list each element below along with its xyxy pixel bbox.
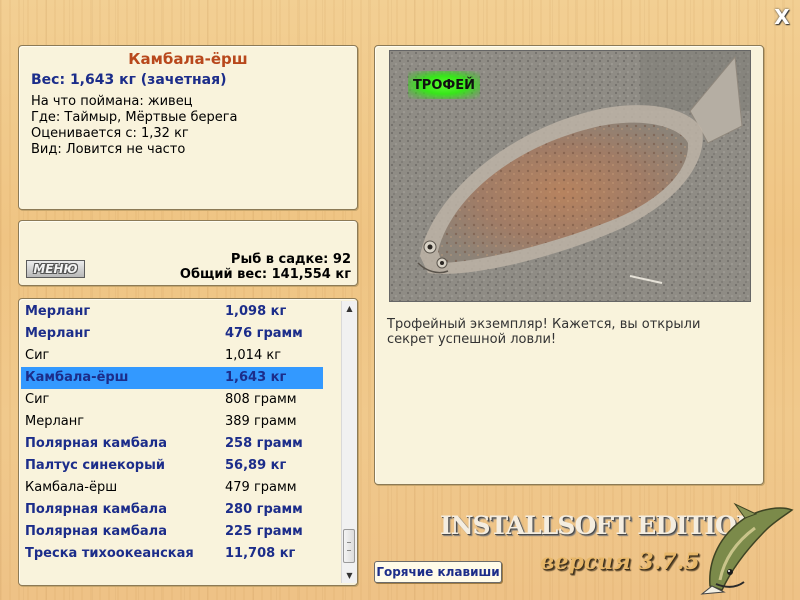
catch-name: Треска тихоокеанская: [25, 546, 194, 561]
list-item[interactable]: Полярная камбала 225 грамм: [21, 521, 323, 543]
catch-name: Полярная камбала: [25, 436, 167, 451]
list-item[interactable]: Мерланг 476 грамм: [21, 323, 323, 345]
catch-weight: 479 грамм: [225, 480, 297, 495]
version-label: версия 3.7.5: [540, 549, 700, 575]
fish-image-panel: ТРОФЕЙ Трофейный экземпляр! Кажется, вы …: [374, 45, 764, 485]
list-item[interactable]: Сиг 1,014 кг: [21, 345, 323, 367]
species-info: Вид: Ловится не часто: [31, 142, 186, 157]
list-item[interactable]: Палтус синекорый 56,89 кг: [21, 455, 323, 477]
catch-weight: 11,708 кг: [225, 546, 296, 561]
trophy-badge: ТРОФЕЙ: [408, 71, 480, 99]
catch-weight: 56,89 кг: [225, 458, 287, 473]
catch-name: Мерланг: [25, 326, 91, 341]
list-item[interactable]: Треска тихоокеанская 11,708 кг: [21, 543, 323, 565]
catch-weight: 1,643 кг: [225, 370, 287, 385]
list-item[interactable]: Мерланг 1,098 кг: [21, 301, 323, 323]
scrollbar[interactable]: ▲ ▼: [341, 301, 357, 583]
list-item[interactable]: Мерланг 389 грамм: [21, 411, 323, 433]
catch-weight: 808 грамм: [225, 392, 297, 407]
list-item[interactable]: Полярная камбала 280 грамм: [21, 499, 323, 521]
close-button[interactable]: X: [771, 6, 793, 28]
fish-info-panel: Камбала-ёрш Вес: 1,643 кг (зачетная) На …: [18, 45, 358, 210]
scroll-thumb[interactable]: [343, 529, 355, 563]
catch-weight: 280 грамм: [225, 502, 303, 517]
list-item[interactable]: Сиг 808 грамм: [21, 389, 323, 411]
catch-list-panel: Мерланг 1,098 кг Мерланг 476 грамм Сиг 1,014 …: [18, 298, 358, 586]
bait-info: На что поймана: живец: [31, 94, 193, 109]
list-item-selected[interactable]: Камбала-ёрш 1,643 кг: [21, 367, 323, 389]
location-info: Где: Таймыр, Мёртвые берега: [31, 110, 238, 125]
valuation-info: Оценивается с: 1,32 кг: [31, 126, 189, 141]
list-item[interactable]: Полярная камбала 258 грамм: [21, 433, 323, 455]
catch-description: Трофейный экземпляр! Кажется, вы открыли…: [387, 317, 701, 347]
total-weight: Общий вес: 141,554 кг: [179, 267, 351, 282]
catch-name: Палтус синекорый: [25, 458, 165, 473]
catch-stats-panel: МЕНЮ Рыб в садке: 92 Общий вес: 141,554 …: [18, 220, 358, 286]
catch-weight: 389 грамм: [225, 414, 297, 429]
catch-list: Мерланг 1,098 кг Мерланг 476 грамм Сиг 1,014 …: [21, 301, 323, 565]
stats-summary: Рыб в садке: 92 Общий вес: 141,554 кг: [180, 252, 351, 282]
catch-weight: 258 грамм: [225, 436, 303, 451]
catch-name: Мерланг: [25, 304, 91, 319]
catch-name: Сиг: [25, 348, 50, 363]
catch-weight: 1,098 кг: [225, 304, 287, 319]
fish-photo: ТРОФЕЙ: [389, 50, 751, 302]
catch-weight: 1,014 кг: [225, 348, 282, 363]
pike-logo-icon: [700, 502, 794, 595]
catch-name: Мерланг: [25, 414, 85, 429]
catch-weight: 476 грамм: [225, 326, 303, 341]
hotkeys-button[interactable]: Горячие клавиши: [374, 561, 502, 583]
catch-name: Полярная камбала: [25, 524, 167, 539]
catch-name: Камбала-ёрш: [25, 370, 129, 385]
scroll-down-icon[interactable]: ▼: [342, 568, 357, 583]
menu-button[interactable]: МЕНЮ: [26, 260, 85, 278]
fish-title: Камбала-ёрш: [128, 50, 248, 68]
list-item[interactable]: Камбала-ёрш 479 грамм: [21, 477, 323, 499]
scroll-up-icon[interactable]: ▲: [342, 301, 357, 316]
catch-name: Сиг: [25, 392, 50, 407]
fish-count: Рыб в садке: 92: [230, 252, 351, 267]
catch-name: Камбала-ёрш: [25, 480, 118, 495]
catch-name: Полярная камбала: [25, 502, 167, 517]
catch-weight: 225 грамм: [225, 524, 303, 539]
fish-weight: Вес: 1,643 кг (зачетная): [31, 72, 227, 88]
